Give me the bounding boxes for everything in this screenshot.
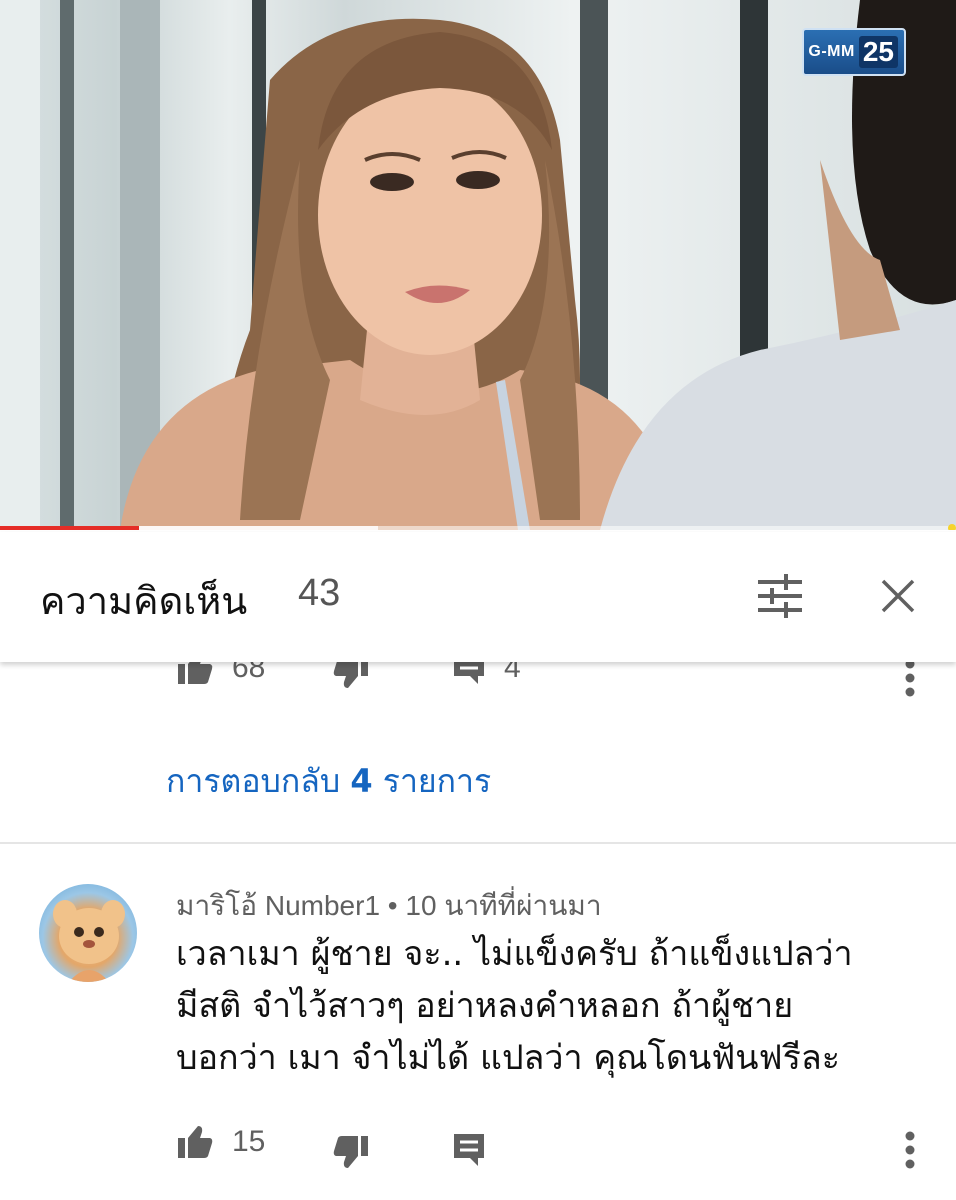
comment-meta: มาริโอ้ Number1 • 10 นาทีที่ผ่านมา (176, 884, 602, 928)
replies-link-count: 4 (350, 762, 373, 800)
thumbs-up-icon (178, 1126, 213, 1158)
comments-count: 43 (298, 572, 341, 614)
video-player[interactable]: G-MM 25 (0, 0, 956, 530)
comments-title: ความคิดเห็น (40, 579, 248, 623)
comment-text: เวลาเมา ผู้ชาย จะ.. ไม่แข็งครับ ถ้าแข็งแ… (176, 928, 926, 1084)
like-button[interactable]: 15 (176, 1124, 265, 1160)
avatar[interactable] (39, 884, 137, 982)
view-replies-link[interactable]: การตอบกลับ 4 รายการ (166, 756, 491, 807)
dislike-button[interactable] (332, 1134, 370, 1170)
more-options-button[interactable] (904, 658, 916, 700)
channel-logo-name: G-MM (808, 43, 855, 60)
video-frame-scene (120, 0, 956, 530)
comment-divider (0, 842, 956, 844)
comment-text-line: มีสติ จำไว้สาวๆ อย่าหลงคำหลอก ถ้าผู้ชาย (176, 986, 794, 1026)
sort-icon (758, 574, 802, 618)
close-icon (881, 579, 915, 613)
more-vert-icon (905, 1131, 915, 1169)
replies-link-suffix: รายการ (382, 762, 492, 800)
comment-text-line: เวลาเมา ผู้ชาย จะ.. ไม่แข็งครับ ถ้าแข็งแ… (176, 934, 853, 974)
more-vert-icon (905, 659, 915, 697)
comment-text-line: บอกว่า เมา จำไม่ได้ แปลว่า คุณโดนฟันฟรีล… (176, 1038, 840, 1078)
meta-separator: • (387, 890, 398, 921)
close-button[interactable] (870, 568, 926, 624)
sort-button[interactable] (752, 568, 808, 624)
more-options-button[interactable] (904, 1130, 916, 1174)
reply-icon (454, 1134, 484, 1166)
progress-played (0, 526, 139, 530)
comments-header: ความคิดเห็น 43 (0, 532, 956, 662)
channel-logo-number: 25 (858, 36, 898, 68)
avatar-image (53, 900, 125, 982)
thumbs-down-icon (333, 1136, 368, 1168)
comment-author[interactable]: มาริโอ้ Number1 (176, 890, 380, 921)
comment-time: 10 นาทีที่ผ่านมา (405, 890, 602, 921)
replies-link-prefix: การตอบกลับ (166, 762, 341, 800)
channel-logo: G-MM 25 (802, 28, 906, 76)
progress-marker (948, 524, 956, 530)
video-progress-bar[interactable] (0, 526, 956, 530)
like-count: 15 (232, 1125, 266, 1158)
reply-button[interactable] (452, 1132, 486, 1168)
